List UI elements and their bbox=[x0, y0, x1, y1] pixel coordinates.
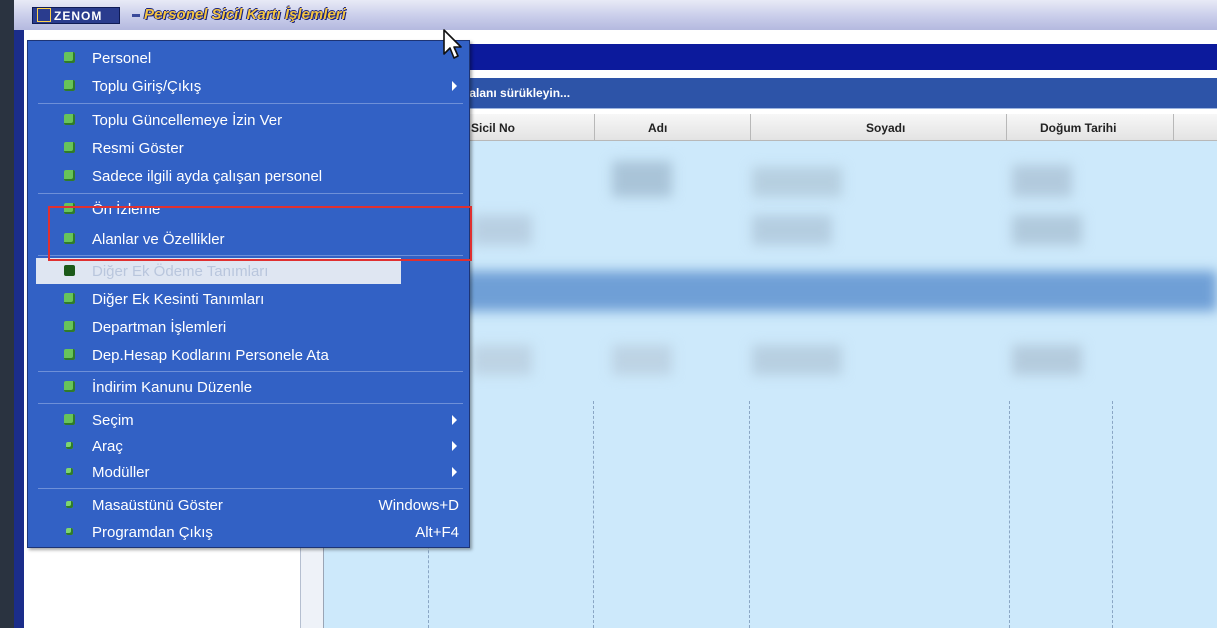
menu-item-diger-ek-odeme[interactable]: Diğer Ek Ödeme Tanımları bbox=[36, 258, 401, 284]
window-title: Personel Sicil Kartı İşlemleri bbox=[144, 6, 346, 23]
menu-item-label: Programdan Çıkış bbox=[92, 524, 213, 541]
highlight-annotation-box bbox=[48, 206, 472, 261]
leaf-icon bbox=[64, 265, 75, 276]
menu-item-label: Dep.Hesap Kodlarını Personele Ata bbox=[92, 347, 329, 364]
menu-item-toplu-guncelleme[interactable]: Toplu Güncellemeye İzin Ver bbox=[36, 107, 463, 133]
submenu-arrow-icon bbox=[452, 81, 457, 91]
menu-item-label: Resmi Göster bbox=[92, 140, 184, 157]
submenu-arrow-icon bbox=[452, 415, 457, 425]
group-by-hint: z alanı sürükleyin... bbox=[460, 86, 571, 100]
menu-separator bbox=[38, 193, 463, 194]
menu-item-moduller[interactable]: Modüller bbox=[36, 459, 463, 485]
panel-header bbox=[438, 44, 1217, 70]
leaf-icon bbox=[64, 414, 75, 425]
title-separator bbox=[132, 14, 140, 17]
menu-item-label: Seçim bbox=[92, 412, 134, 429]
menu-item-label: Departman İşlemleri bbox=[92, 319, 227, 336]
leaf-icon bbox=[64, 321, 75, 332]
mouse-cursor-icon bbox=[443, 29, 462, 59]
leaf-icon bbox=[64, 80, 75, 91]
menu-separator bbox=[38, 488, 463, 489]
menu-item-programdan-cikis[interactable]: Programdan Çıkış Alt+F4 bbox=[36, 519, 463, 545]
menu-item-arac[interactable]: Araç bbox=[36, 433, 463, 459]
grid-header: Sicil No Adı Soyadı Doğum Tarihi bbox=[438, 114, 1217, 141]
leaf-icon bbox=[64, 293, 75, 304]
grid-column-line bbox=[1009, 401, 1010, 628]
zenom-logo-icon bbox=[37, 8, 51, 22]
leaf-icon bbox=[64, 170, 75, 181]
left-panel[interactable] bbox=[28, 548, 324, 628]
dot-icon bbox=[66, 528, 73, 535]
grid-column-line bbox=[1112, 401, 1113, 628]
left-panel-scroll[interactable] bbox=[300, 548, 323, 628]
leaf-icon bbox=[64, 381, 75, 392]
title-bar: ZENOM Personel Sicil Kartı İşlemleri bbox=[14, 0, 1217, 30]
column-divider[interactable] bbox=[1173, 114, 1174, 140]
logo-text: ZENOM bbox=[54, 9, 103, 23]
dot-icon bbox=[66, 501, 73, 508]
group-by-bar[interactable]: z alanı sürükleyin... bbox=[438, 78, 1217, 109]
column-divider[interactable] bbox=[594, 114, 595, 140]
column-header-dogum-tarihi[interactable]: Doğum Tarihi bbox=[1040, 121, 1116, 135]
menu-item-dep-hesap-kodlari[interactable]: Dep.Hesap Kodlarını Personele Ata bbox=[36, 342, 463, 368]
menu-item-label: İndirim Kanunu Düzenle bbox=[92, 379, 253, 396]
dot-icon bbox=[66, 468, 73, 475]
submenu-arrow-icon bbox=[452, 441, 457, 451]
menu-separator bbox=[38, 103, 463, 104]
column-divider[interactable] bbox=[750, 114, 751, 140]
menu-item-label: Diğer Ek Kesinti Tanımları bbox=[92, 291, 265, 308]
column-header-sicil-no[interactable]: Sicil No bbox=[471, 121, 515, 135]
column-divider[interactable] bbox=[1006, 114, 1007, 140]
menu-separator bbox=[38, 403, 463, 404]
column-header-adi[interactable]: Adı bbox=[648, 121, 667, 135]
app-logo[interactable]: ZENOM bbox=[32, 7, 120, 24]
menu-item-label: Araç bbox=[92, 438, 123, 455]
menu-item-personel[interactable]: Personel bbox=[36, 45, 463, 71]
menu-item-label: Masaüstünü Göster bbox=[92, 497, 223, 514]
menu-item-sadece-ilgili-ayda[interactable]: Sadece ilgili ayda çalışan personel bbox=[36, 163, 463, 189]
menu-item-label: Toplu Giriş/Çıkış bbox=[92, 78, 202, 95]
leaf-icon bbox=[64, 142, 75, 153]
menu-item-shortcut: Alt+F4 bbox=[415, 524, 459, 541]
grid-column-line bbox=[593, 401, 594, 628]
leaf-icon bbox=[64, 114, 75, 125]
menu-item-label: Diğer Ek Ödeme Tanımları bbox=[92, 263, 269, 280]
menu-item-departman-islemleri[interactable]: Departman İşlemleri bbox=[36, 314, 463, 340]
menu-separator bbox=[38, 371, 463, 372]
menu-item-masaustunu-goster[interactable]: Masaüstünü Göster Windows+D bbox=[36, 492, 463, 518]
menu-item-label: Sadece ilgili ayda çalışan personel bbox=[92, 168, 323, 185]
menu-item-label: Modüller bbox=[92, 464, 150, 481]
menu-item-label: Personel bbox=[92, 50, 152, 67]
menu-item-resmi-goster[interactable]: Resmi Göster bbox=[36, 135, 463, 161]
menu-item-shortcut: Windows+D bbox=[378, 497, 459, 514]
context-menu: Personel Toplu Giriş/Çıkış Toplu Güncell… bbox=[27, 40, 470, 548]
window-left-border bbox=[0, 0, 14, 628]
grid-column-line bbox=[749, 401, 750, 628]
window-left-edge bbox=[14, 0, 24, 628]
leaf-icon bbox=[64, 52, 75, 63]
menu-item-label: Toplu Güncellemeye İzin Ver bbox=[92, 112, 283, 129]
column-header-soyadi[interactable]: Soyadı bbox=[866, 121, 905, 135]
menu-item-toplu-giris-cikis[interactable]: Toplu Giriş/Çıkış bbox=[36, 73, 463, 99]
leaf-icon bbox=[64, 349, 75, 360]
submenu-arrow-icon bbox=[452, 467, 457, 477]
menu-item-diger-ek-kesinti[interactable]: Diğer Ek Kesinti Tanımları bbox=[36, 286, 463, 312]
menu-item-indirim-kanunu[interactable]: İndirim Kanunu Düzenle bbox=[36, 374, 463, 400]
menu-item-secim[interactable]: Seçim bbox=[36, 407, 463, 433]
dot-icon bbox=[66, 442, 73, 449]
